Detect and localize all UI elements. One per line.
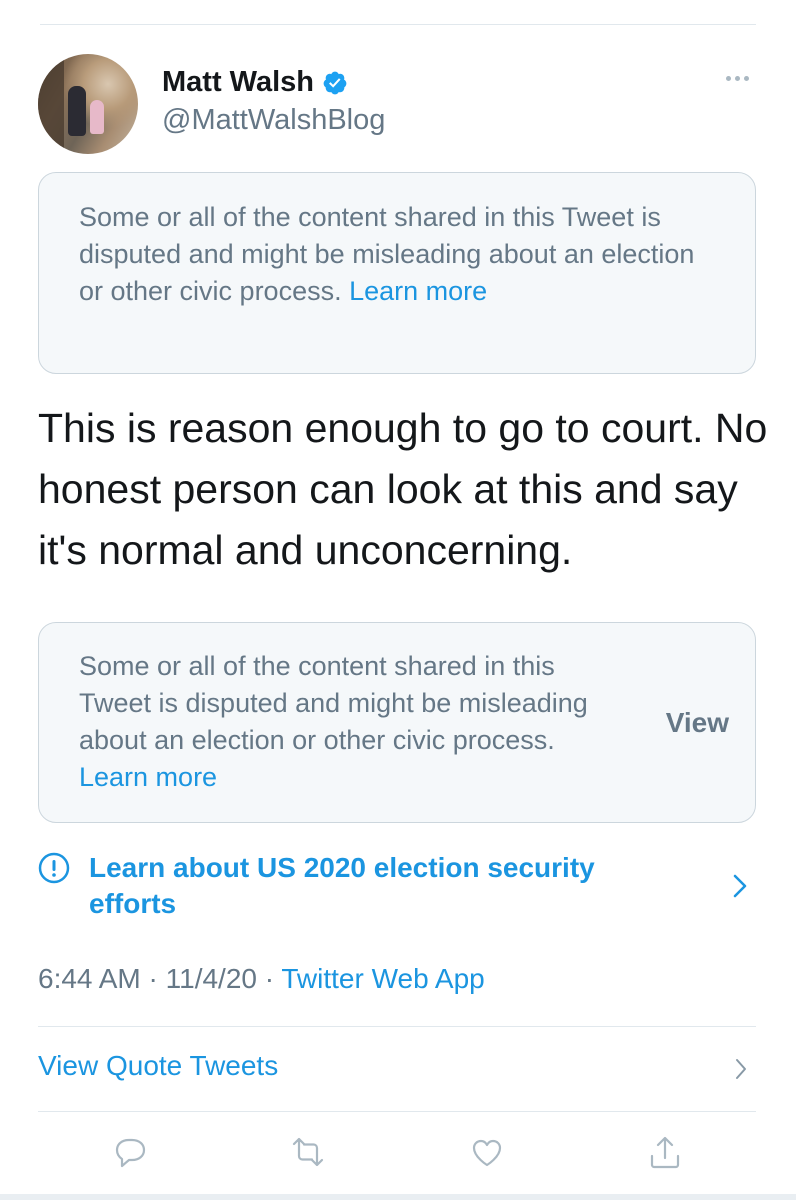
reply-icon[interactable] <box>108 1130 152 1174</box>
tweet-text: This is reason enough to go to court. No… <box>38 405 768 573</box>
disputed-notice: Some or all of the content shared in thi… <box>38 172 756 374</box>
quoted-learn-more-link[interactable]: Learn more <box>79 762 217 792</box>
user-name[interactable]: Matt Walsh <box>162 66 348 99</box>
bottom-bar <box>0 1194 796 1200</box>
election-label[interactable]: Learn about US 2020 election security ef… <box>89 850 609 922</box>
quoted-notice-text: Some or all of the content shared in thi… <box>79 651 588 755</box>
chevron-right-icon <box>733 874 747 898</box>
share-icon[interactable] <box>643 1130 687 1174</box>
election-info-link[interactable]: Learn about US 2020 election security ef… <box>38 850 756 926</box>
view-button[interactable]: View <box>666 704 729 741</box>
verified-badge-icon <box>323 71 347 94</box>
like-icon[interactable] <box>465 1130 509 1174</box>
learn-more-link[interactable]: Learn more <box>349 276 487 306</box>
quoted-tweet-notice[interactable]: Some or all of the content shared in thi… <box>38 622 756 823</box>
chevron-right-icon <box>736 1059 746 1079</box>
user-handle[interactable]: @MattWalshBlog <box>162 104 385 137</box>
retweet-icon[interactable] <box>286 1130 330 1174</box>
tweet-source-link[interactable]: Twitter Web App <box>281 963 484 994</box>
meta-separator-2: · <box>264 963 275 994</box>
alert-circle-icon <box>38 852 70 884</box>
view-quote-tweets[interactable]: View Quote Tweets <box>38 1050 756 1094</box>
tweet-time[interactable]: 6:44 AM <box>38 963 141 994</box>
divider <box>38 1111 756 1112</box>
avatar[interactable] <box>38 54 138 154</box>
more-icon[interactable] <box>726 68 756 88</box>
tweet-meta: 6:44 AM · 11/4/20 · Twitter Web App <box>38 963 485 995</box>
divider <box>38 1026 756 1027</box>
top-divider <box>40 24 756 25</box>
user-name-text[interactable]: Matt Walsh <box>162 66 314 99</box>
tweet-date[interactable]: 11/4/20 <box>166 963 257 994</box>
tweet-actions <box>0 1130 796 1180</box>
meta-separator: · <box>148 963 158 994</box>
quote-tweets-label[interactable]: View Quote Tweets <box>38 1050 278 1081</box>
